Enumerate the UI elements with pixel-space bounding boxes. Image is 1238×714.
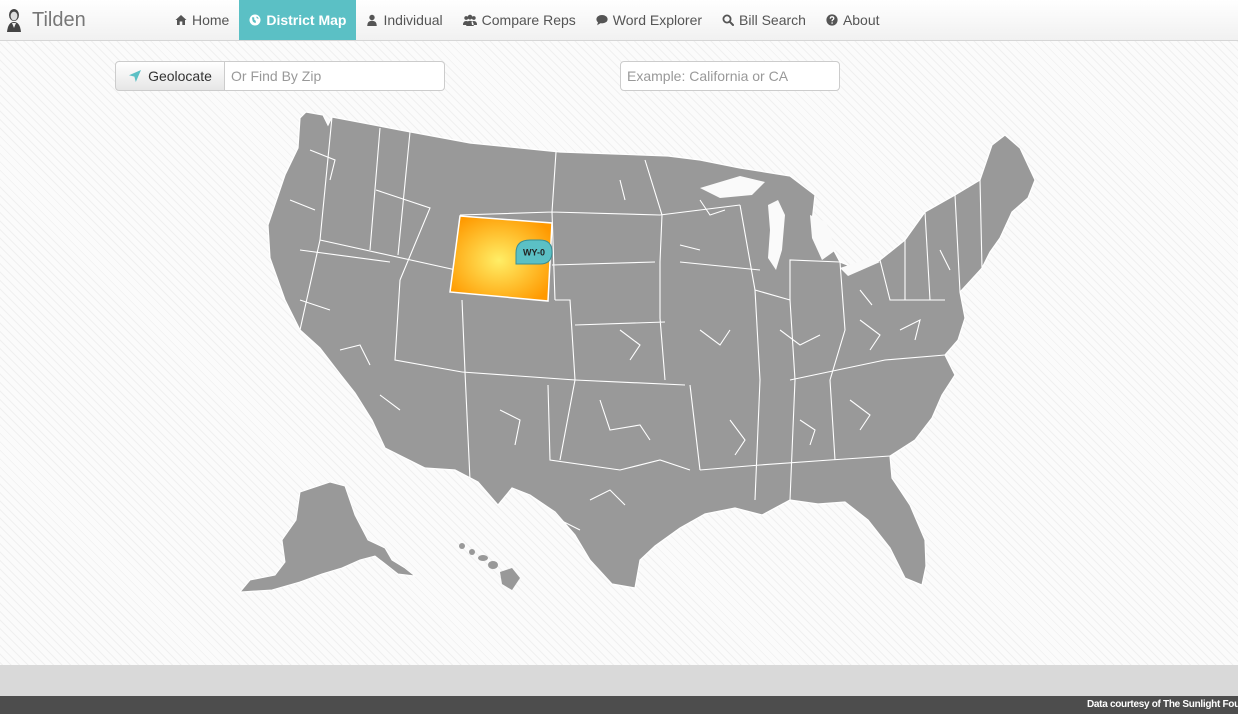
alaska[interactable]: [238, 481, 417, 593]
district-label: WY-0: [523, 248, 545, 258]
contiguous-us-landmass[interactable]: [267, 111, 1036, 589]
footer-band: [0, 665, 1238, 696]
footer-credit[interactable]: Data courtesy of The Sunlight Foundation: [1087, 696, 1238, 714]
district-label-badge: WY-0: [515, 239, 553, 265]
hawaii[interactable]: [459, 543, 520, 590]
footer: Data courtesy of The Sunlight Foundation: [0, 696, 1238, 714]
district-map: WY-0: [238, 111, 1036, 593]
